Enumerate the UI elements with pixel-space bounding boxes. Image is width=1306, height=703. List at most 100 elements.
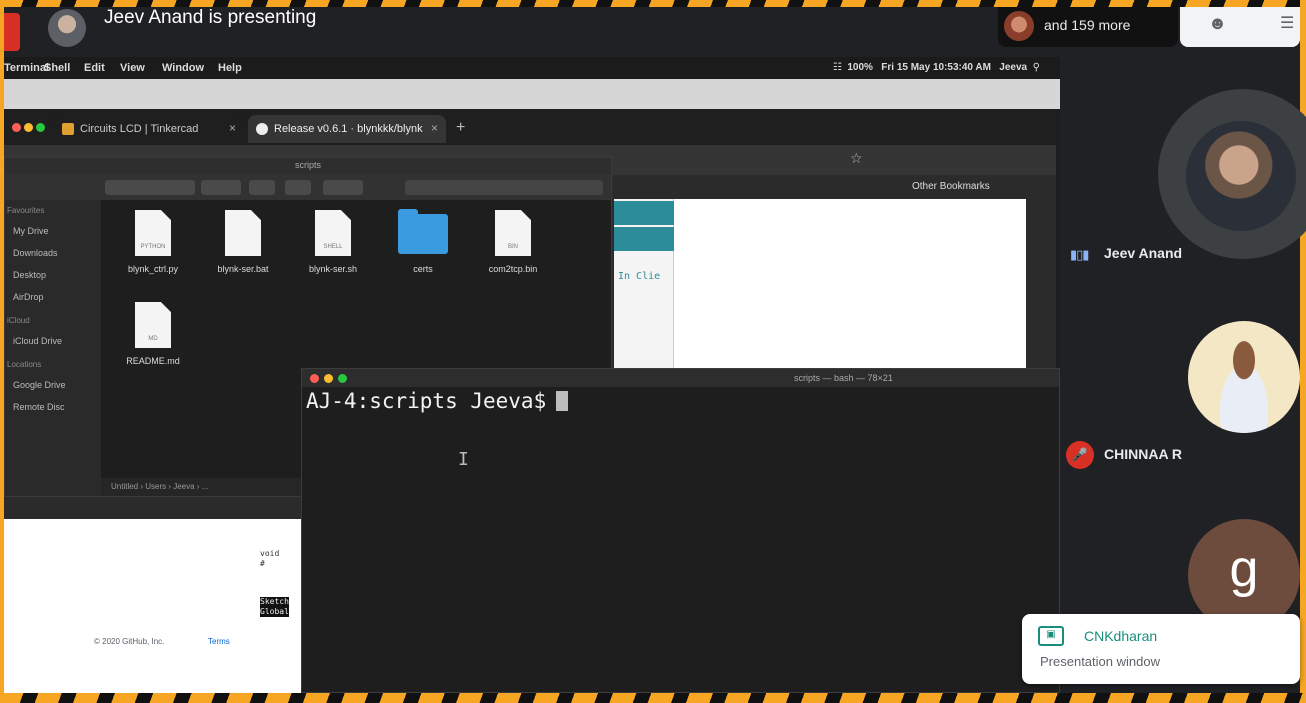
mic-muted-icon: 🎤 xyxy=(1066,441,1094,469)
sidebar-header: Locations xyxy=(7,360,42,369)
tab-label: Release v0.6.1 · blynkkk/blynk xyxy=(274,123,423,135)
finder-title: scripts xyxy=(5,158,611,174)
menu-terminal[interactable]: Terminal xyxy=(4,62,49,74)
code-snippet: In Clie xyxy=(618,271,661,282)
datetime-text[interactable]: Fri 15 May 10:53:40 AM xyxy=(881,62,991,73)
github-copyright: © 2020 GitHub, Inc. xyxy=(94,637,165,646)
file-item[interactable]: MD README.md xyxy=(113,302,193,366)
presenting-title: Jeev Anand is presenting xyxy=(104,7,317,28)
sidebar-item-airdrop[interactable]: AirDrop xyxy=(13,292,44,302)
menu-view[interactable]: View xyxy=(120,62,145,74)
tab-github-release[interactable]: Release v0.6.1 · blynkkk/blynk × xyxy=(248,115,446,143)
file-item[interactable]: BIN com2tcp.bin xyxy=(473,210,553,274)
document-icon xyxy=(225,210,261,256)
mac-menubar: Terminal Shell Edit View Window Help ☷ 1… xyxy=(4,57,1060,79)
sidebar-item-desktop[interactable]: Desktop xyxy=(13,270,46,280)
terminal-title-bar: scripts — bash — 78×21 xyxy=(302,369,1059,387)
frame-right-border xyxy=(1300,0,1306,703)
user-text[interactable]: Jeeva xyxy=(999,62,1027,73)
document-icon: SHELL xyxy=(315,210,351,256)
minimize-window-icon[interactable] xyxy=(324,374,333,383)
finder-search-input[interactable] xyxy=(405,180,603,195)
new-tab-icon[interactable]: + xyxy=(456,119,465,137)
people-icon: ☻ xyxy=(1208,13,1227,33)
blynk-button[interactable] xyxy=(614,201,674,225)
ibeam-cursor-icon: I xyxy=(458,449,469,470)
meet-top-bar: Jeev Anand is presenting and 159 more ☻ … xyxy=(4,7,1300,57)
code-lines: void # Sketch Global xyxy=(260,549,289,617)
other-bookmarks[interactable]: Other Bookmarks xyxy=(912,181,990,192)
gear-icon[interactable] xyxy=(249,180,275,195)
document-icon: PYTHON xyxy=(135,210,171,256)
tinkercad-favicon-icon xyxy=(62,123,74,135)
present-screen-icon: ▣ xyxy=(1038,626,1064,646)
menu-help[interactable]: Help xyxy=(218,62,242,74)
text-cursor xyxy=(556,391,569,411)
close-tab-icon[interactable]: × xyxy=(229,121,236,135)
shared-screen: Terminal Shell Edit View Window Help ☷ 1… xyxy=(4,57,1060,693)
participant-photo xyxy=(1202,329,1286,433)
chrome-tab-strip: Circuits LCD | Tinkercad × Release v0.6.… xyxy=(4,109,1056,145)
terminal-window[interactable]: scripts — bash — 78×21 AJ-4:scripts Jeev… xyxy=(301,368,1060,693)
sidebar-item-remote-disc[interactable]: Remote Disc xyxy=(13,402,65,412)
file-item[interactable]: PYTHON blynk_ctrl.py xyxy=(113,210,193,274)
finder-toolbar xyxy=(5,174,611,200)
sidebar-item-icloud-drive[interactable]: iCloud Drive xyxy=(13,336,62,346)
close-window-icon[interactable] xyxy=(12,123,21,132)
prompt-text: AJ-4:scripts Jeeva$ xyxy=(306,389,547,413)
participants-chip[interactable]: and 159 more xyxy=(998,7,1178,47)
spotlight-icon[interactable]: ⚲ xyxy=(1033,62,1040,73)
file-name: com2tcp.bin xyxy=(488,264,538,274)
people-button[interactable]: ☻ ☰ xyxy=(1180,7,1300,47)
participant-tile-jeev-anand[interactable] xyxy=(1158,89,1306,259)
sidebar-item-downloads[interactable]: Downloads xyxy=(13,248,58,258)
menu-edit[interactable]: Edit xyxy=(84,62,105,74)
terminal-title: scripts — bash — 78×21 xyxy=(794,373,893,383)
file-name: blynk_ctrl.py xyxy=(127,264,179,274)
sidebar-header: iCloud xyxy=(7,316,30,325)
tab-label: Circuits LCD | Tinkercad xyxy=(80,123,199,135)
file-item[interactable]: SHELL blynk-ser.sh xyxy=(293,210,373,274)
bookmark-star-icon[interactable]: ☆ xyxy=(850,150,863,167)
sidebar-item-google-drive[interactable]: Google Drive xyxy=(13,380,66,390)
toast-presenter-name: CNKdharan xyxy=(1084,628,1158,644)
wifi-icon[interactable]: ☷ xyxy=(833,62,842,73)
participant-avatar xyxy=(1004,11,1034,41)
group-button[interactable] xyxy=(201,180,241,195)
file-name: blynk-ser.sh xyxy=(308,264,358,274)
document-icon: BIN xyxy=(495,210,531,256)
terminal-prompt-line[interactable]: AJ-4:scripts Jeeva$ xyxy=(306,389,569,413)
file-name: certs xyxy=(413,264,433,274)
file-item[interactable]: blynk-ser.bat xyxy=(203,210,283,274)
presenter-avatar xyxy=(48,9,86,47)
file-name: blynk-ser.bat xyxy=(217,264,269,274)
participants-more-text: and 159 more xyxy=(1044,17,1131,33)
github-terms-link[interactable]: Terms xyxy=(208,637,230,646)
minimize-window-icon[interactable] xyxy=(24,123,33,132)
blynk-button[interactable] xyxy=(614,227,674,251)
speaking-indicator-icon: ▮▯▮ xyxy=(1070,247,1089,262)
participant-tile-chinnaa-r[interactable] xyxy=(1188,321,1300,433)
frame-bottom-border xyxy=(0,693,1306,703)
close-tab-icon[interactable]: × xyxy=(431,121,438,135)
file-name: README.md xyxy=(126,356,180,366)
menu-window[interactable]: Window xyxy=(162,62,204,74)
file-item[interactable]: certs xyxy=(383,209,463,274)
zoom-window-icon[interactable] xyxy=(338,374,347,383)
presentation-window-toast[interactable]: ▣ CNKdharan Presentation window xyxy=(1022,614,1300,684)
tag-icon[interactable] xyxy=(323,180,363,195)
chat-list-icon: ☰ xyxy=(1280,15,1295,32)
frame-top-border xyxy=(0,0,1306,7)
view-mode-buttons[interactable] xyxy=(105,180,195,195)
sidebar-item-my-drive[interactable]: My Drive xyxy=(13,226,49,236)
menu-shell[interactable]: Shell xyxy=(44,62,70,74)
share-icon[interactable] xyxy=(285,180,311,195)
zoom-window-icon[interactable] xyxy=(36,123,45,132)
document-icon: MD xyxy=(135,302,171,348)
present-icon[interactable] xyxy=(4,13,20,51)
battery-text: 100% xyxy=(847,62,873,73)
github-favicon-icon xyxy=(256,123,268,135)
tab-tinkercad[interactable]: Circuits LCD | Tinkercad × xyxy=(54,115,244,143)
participant-name: Jeev Anand xyxy=(1104,245,1183,261)
close-window-icon[interactable] xyxy=(310,374,319,383)
